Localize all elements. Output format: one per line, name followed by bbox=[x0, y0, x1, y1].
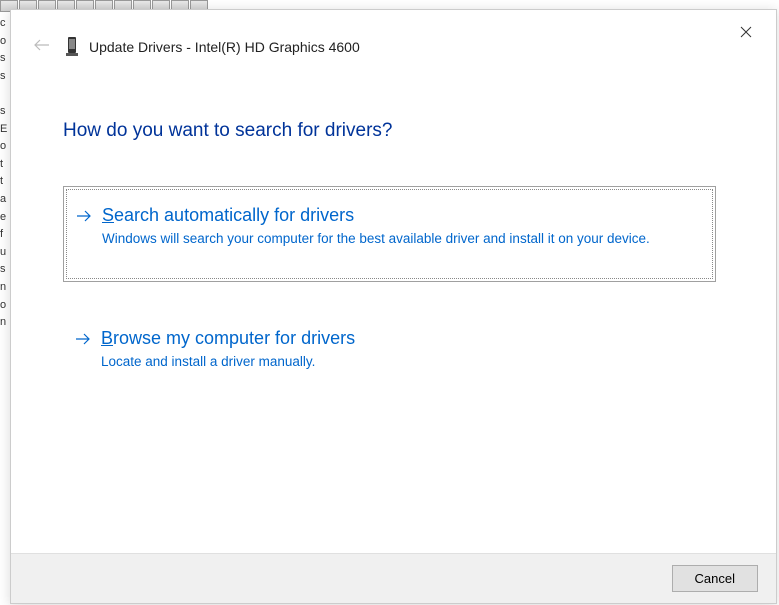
option-title: Search automatically for drivers bbox=[102, 205, 697, 226]
cancel-button[interactable]: Cancel bbox=[672, 565, 758, 592]
arrow-right-icon bbox=[76, 209, 92, 225]
options-list: Search automatically for drivers Windows… bbox=[63, 186, 716, 418]
dialog-title: Update Drivers - Intel(R) HD Graphics 46… bbox=[89, 39, 360, 55]
arrow-right-icon bbox=[75, 332, 91, 348]
option-description: Windows will search your computer for th… bbox=[102, 230, 697, 249]
dialog-header: Update Drivers - Intel(R) HD Graphics 46… bbox=[33, 36, 716, 58]
back-button[interactable] bbox=[33, 38, 51, 56]
back-arrow-icon bbox=[34, 38, 50, 56]
update-drivers-dialog: Update Drivers - Intel(R) HD Graphics 46… bbox=[10, 9, 777, 604]
device-icon bbox=[65, 36, 79, 58]
option-browse-my-computer[interactable]: Browse my computer for drivers Locate an… bbox=[63, 310, 716, 390]
background-text-edge: cosssEottaefusnon bbox=[0, 15, 10, 605]
option-title: Browse my computer for drivers bbox=[101, 328, 698, 349]
close-button[interactable] bbox=[734, 22, 758, 46]
dialog-footer: Cancel bbox=[11, 553, 776, 603]
close-icon bbox=[740, 25, 752, 43]
main-heading: How do you want to search for drivers? bbox=[63, 120, 393, 142]
option-search-automatically[interactable]: Search automatically for drivers Windows… bbox=[63, 186, 716, 282]
option-description: Locate and install a driver manually. bbox=[101, 353, 698, 372]
